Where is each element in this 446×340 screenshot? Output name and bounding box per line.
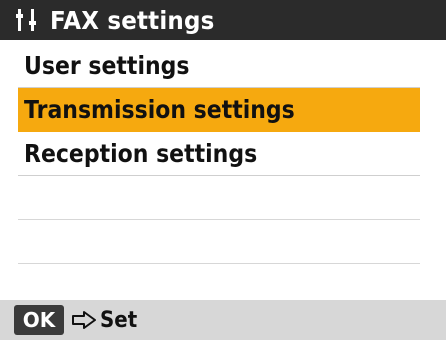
set-label: Set: [100, 307, 138, 333]
menu-item-label: Transmission settings: [24, 95, 295, 124]
menu-item-label: Reception settings: [24, 139, 258, 168]
menu-item-label: User settings: [24, 51, 190, 80]
menu-item-empty: [18, 220, 420, 264]
settings-menu: User settings Transmission settings Rece…: [18, 44, 420, 264]
menu-item-empty: [18, 176, 420, 220]
title-bar: FAX settings: [0, 0, 446, 40]
page-title: FAX settings: [50, 5, 215, 35]
fax-settings-icon: [14, 0, 44, 40]
arrow-right-icon: [70, 305, 98, 335]
menu-item-reception-settings[interactable]: Reception settings: [18, 132, 420, 176]
bottom-bar: OK Set: [0, 300, 446, 340]
fax-settings-screen: FAX settings User settings Transmission …: [0, 0, 446, 340]
ok-button[interactable]: OK: [14, 305, 64, 335]
menu-item-user-settings[interactable]: User settings: [18, 44, 420, 88]
menu-item-transmission-settings[interactable]: Transmission settings: [18, 88, 420, 132]
